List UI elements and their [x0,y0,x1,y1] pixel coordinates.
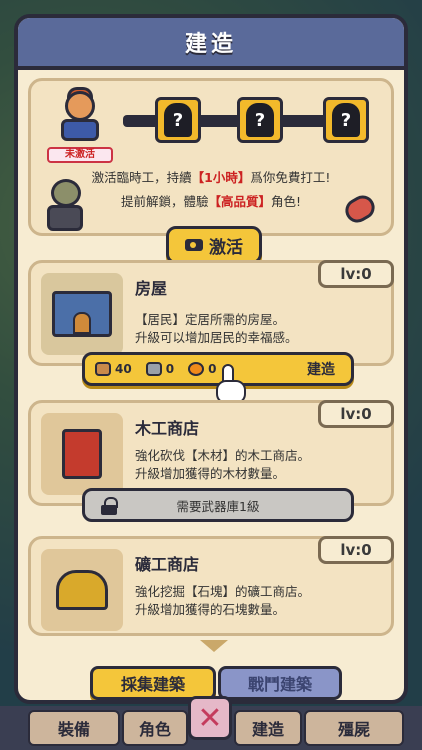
building-desc: 升級可以增加居民的幸福感。 [135,330,298,345]
locked-character-slot[interactable]: ? [323,97,369,143]
carpenter-shop-icon [41,413,123,495]
meat-icon [341,189,379,227]
lock-icon [101,497,118,515]
house-icon [41,273,123,355]
nav-zombie[interactable]: 殭屍 [304,710,404,746]
panel-header: 建造 [18,18,404,70]
activate-label: 激活 [209,237,243,258]
wood-icon [95,362,111,376]
zombie-worker-icon [41,179,91,235]
miner-shop-icon [41,549,123,631]
building-desc: 【居民】定居所需的房屋。 [135,312,286,327]
building-card-miner[interactable]: 礦工商店 強化挖掘【石塊】的礦工商店。 升級增加獲得的石塊數量。 lv:0 [28,536,394,636]
hero-avatar[interactable] [57,87,103,149]
locked-character-slot[interactable]: ? [155,97,201,143]
level-badge: lv:0 [318,260,394,288]
temp-worker-card: 未激活 ? ? ? 激活臨時工，持續【1小時】爲你免費打工! 提前解鎖，體驗【高… [28,78,394,264]
building-card-house[interactable]: 房屋 【居民】定居所需的房屋。 升級可以增加居民的幸福感。 lv:0 [28,260,394,366]
close-button[interactable]: ✕ [188,696,232,740]
tab-battle-buildings[interactable]: 戰鬥建築 [218,666,342,700]
build-label: 建造 [307,362,335,378]
locked-character-slot[interactable]: ? [237,97,283,143]
inactive-badge: 未激活 [47,147,113,163]
tab-gather-buildings[interactable]: 採集建築 [90,666,216,700]
building-desc: 升級增加獲得的石塊數量。 [135,602,286,617]
question-icon: ? [246,103,274,137]
level-badge: lv:0 [318,536,394,564]
scroll-down-icon[interactable] [200,640,228,652]
building-name: 房屋 [135,279,168,298]
stone-icon [145,362,162,376]
building-desc: 升級增加獲得的木材數量。 [135,466,286,481]
nav-equipment[interactable]: 裝備 [28,710,120,746]
building-desc: 強化挖掘【石塊】的礦工商店。 [135,584,311,599]
building-name: 木工商店 [135,419,200,438]
building-desc: 強化砍伐【木材】的木工商店。 [135,448,311,463]
nav-character[interactable]: 角色 [122,710,188,746]
panel-title: 建造 [184,32,237,57]
locked-requirement-bar[interactable]: 需要武器庫1級 [82,488,354,522]
question-icon: ? [332,103,360,137]
energy-icon [188,362,205,376]
question-icon: ? [164,103,192,137]
level-badge: lv:0 [318,400,394,428]
building-name: 礦工商店 [135,555,200,574]
nav-build[interactable]: 建造 [234,710,302,746]
build-panel: 建造 未激活 ? ? ? 激活臨時工，持續【1小時】爲你免費打工! 提前解鎖，體… [14,14,408,704]
activate-button[interactable]: 激活 [166,226,262,264]
video-icon [185,239,203,251]
